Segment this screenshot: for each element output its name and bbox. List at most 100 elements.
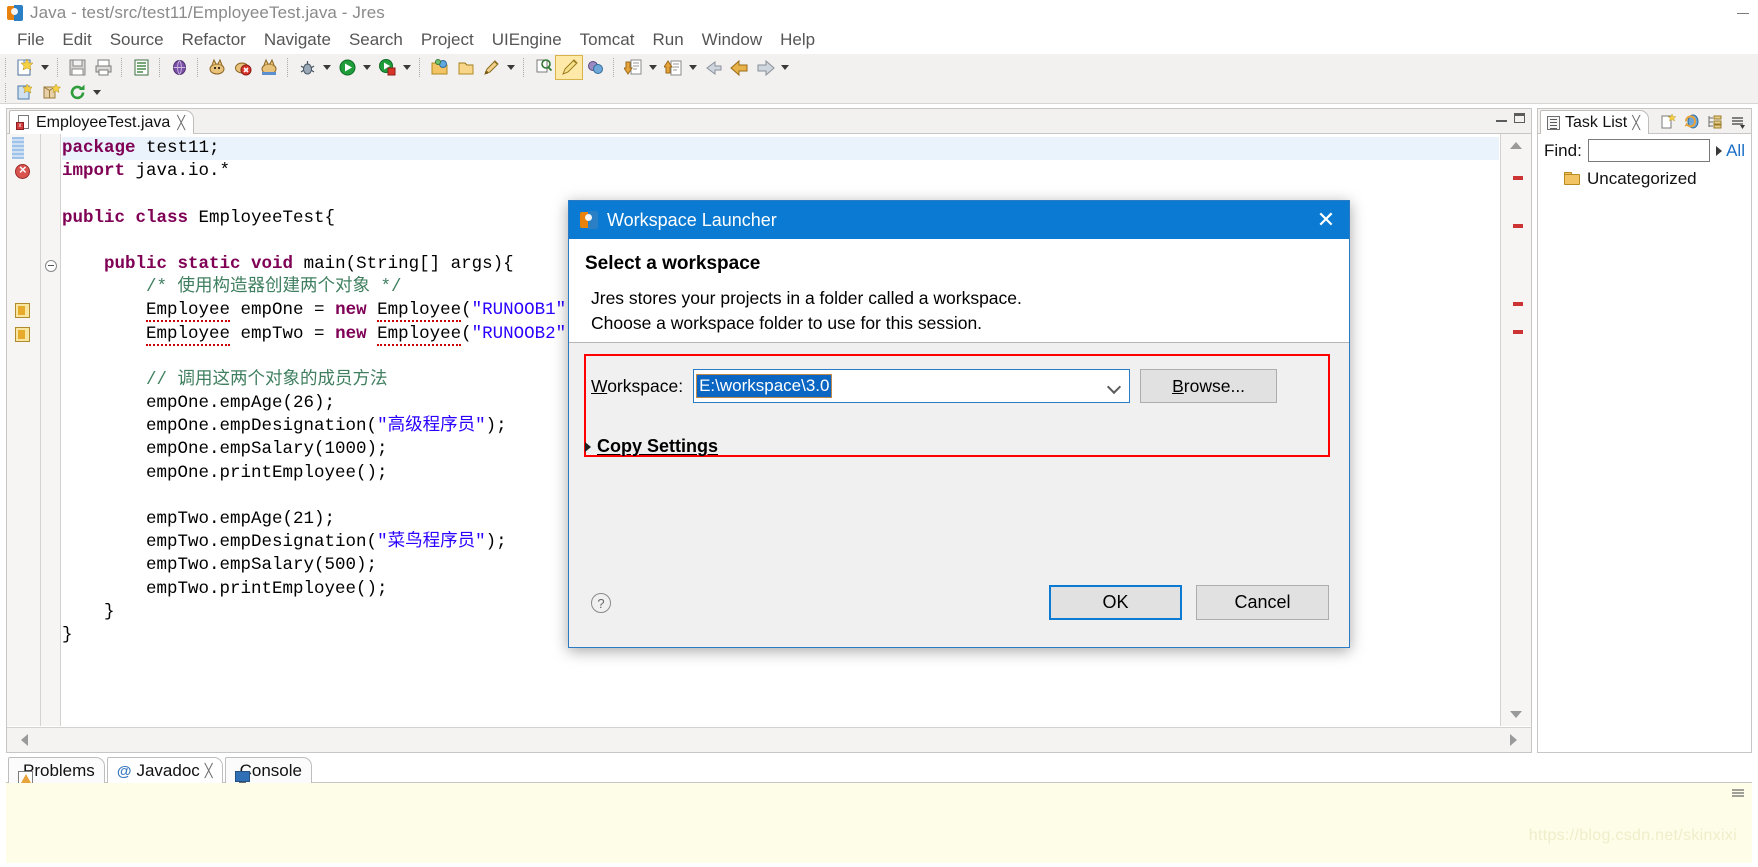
overview-marker[interactable] bbox=[1513, 176, 1523, 180]
tab-problems[interactable]: Problems bbox=[8, 757, 105, 786]
edit-highlight-icon[interactable] bbox=[555, 55, 583, 80]
minimize-button[interactable] bbox=[1728, 0, 1758, 26]
warning-marker-icon[interactable] bbox=[15, 326, 30, 342]
debug-dropdown-arrow[interactable] bbox=[320, 56, 334, 79]
new-task-icon[interactable] bbox=[1659, 112, 1678, 131]
minimize-icon[interactable] bbox=[1496, 114, 1507, 123]
scroll-down-icon[interactable] bbox=[1510, 711, 1522, 718]
maximize-icon[interactable] bbox=[1514, 113, 1525, 123]
menu-item-help[interactable]: Help bbox=[771, 28, 824, 52]
scroll-left-icon[interactable] bbox=[21, 734, 28, 746]
code-token: empOne.empDesignation( bbox=[146, 416, 378, 437]
menu-item-file[interactable]: File bbox=[8, 28, 53, 52]
overview-marker[interactable] bbox=[1513, 224, 1523, 228]
task-filter-all[interactable]: All bbox=[1716, 141, 1745, 161]
overview-marker[interactable] bbox=[1513, 302, 1523, 306]
synchronize-icon[interactable] bbox=[1682, 112, 1701, 131]
ok-button[interactable]: OK bbox=[1049, 585, 1182, 620]
javadoc-view-body[interactable]: https://blog.csdn.net/skinxixi bbox=[6, 783, 1752, 863]
tab-javadoc[interactable]: @ Javadoc ╳ bbox=[106, 757, 223, 783]
tomcat-stop-icon[interactable] bbox=[230, 56, 256, 79]
globe-icon[interactable] bbox=[166, 56, 192, 79]
error-marker-icon[interactable] bbox=[15, 162, 30, 180]
new-java-package-icon[interactable] bbox=[426, 56, 452, 79]
code-line[interactable]: package test11; bbox=[62, 137, 1499, 161]
debug-icon[interactable] bbox=[294, 56, 320, 79]
new-java-class-icon[interactable] bbox=[452, 56, 478, 79]
code-token: main(String[] args){ bbox=[303, 253, 514, 274]
new-wizard-icon[interactable] bbox=[12, 56, 38, 79]
close-icon[interactable]: ╳ bbox=[177, 115, 185, 131]
view-menu-icon[interactable] bbox=[1731, 786, 1746, 805]
print-icon[interactable] bbox=[90, 56, 116, 79]
new-wizard-dropdown-arrow[interactable] bbox=[38, 56, 52, 79]
menu-item-tomcat[interactable]: Tomcat bbox=[571, 28, 644, 52]
menu-item-navigate[interactable]: Navigate bbox=[255, 28, 340, 52]
tomcat-start-icon[interactable] bbox=[204, 56, 230, 79]
tomcat-restart-icon[interactable] bbox=[256, 56, 282, 79]
menu-item-source[interactable]: Source bbox=[101, 28, 173, 52]
new-jsp-icon[interactable] bbox=[12, 81, 38, 104]
search-pencil-icon[interactable] bbox=[478, 56, 504, 79]
code-token: public static void bbox=[104, 253, 304, 274]
overview-marker[interactable] bbox=[1513, 330, 1523, 334]
view-menu-icon[interactable] bbox=[1728, 112, 1747, 131]
annotations-icon[interactable] bbox=[582, 56, 608, 79]
tab-task-list[interactable]: Task List ╳ bbox=[1540, 110, 1650, 134]
menu-item-uiengine[interactable]: UIEngine bbox=[483, 28, 571, 52]
chevron-down-icon[interactable] bbox=[1108, 381, 1119, 392]
menu-item-edit[interactable]: Edit bbox=[53, 28, 100, 52]
editor-tab-employeetest[interactable]: x EmployeeTest.java ╳ bbox=[9, 110, 195, 134]
menu-item-project[interactable]: Project bbox=[412, 28, 483, 52]
next-annotation-dropdown-arrow[interactable] bbox=[646, 56, 660, 79]
close-icon[interactable]: ╳ bbox=[205, 763, 213, 779]
next-annotation-icon[interactable] bbox=[620, 56, 646, 79]
editor-horizontal-scrollbar[interactable] bbox=[7, 727, 1531, 752]
open-task-icon[interactable] bbox=[128, 56, 154, 79]
copy-settings-expander[interactable]: Copy Settings bbox=[585, 436, 718, 457]
back-icon[interactable] bbox=[726, 56, 752, 79]
categorize-icon[interactable] bbox=[1705, 112, 1724, 131]
code-token: "RUNOOB2" bbox=[471, 323, 567, 344]
run-dropdown-arrow[interactable] bbox=[360, 56, 374, 79]
menu-item-run[interactable]: Run bbox=[643, 28, 692, 52]
code-line[interactable]: import java.io.* bbox=[62, 160, 1499, 183]
last-edit-location-icon[interactable] bbox=[700, 56, 726, 79]
warning-marker-icon[interactable] bbox=[15, 303, 30, 319]
open-type-icon[interactable] bbox=[530, 56, 556, 79]
browse-button[interactable]: Browse... bbox=[1140, 369, 1278, 403]
previous-annotation-dropdown-arrow[interactable] bbox=[686, 56, 700, 79]
scroll-right-icon[interactable] bbox=[1510, 734, 1517, 746]
cancel-button[interactable]: Cancel bbox=[1196, 585, 1329, 620]
menu-item-search[interactable]: Search bbox=[340, 28, 412, 52]
forward-icon[interactable] bbox=[752, 56, 778, 79]
tab-console[interactable]: Console bbox=[224, 757, 312, 785]
workspace-input-value[interactable]: E:\workspace\3.0 bbox=[696, 374, 833, 398]
editor-vertical-scrollbar[interactable] bbox=[1500, 134, 1531, 726]
refresh-icon[interactable] bbox=[64, 81, 90, 104]
save-icon[interactable] bbox=[64, 56, 90, 79]
close-icon[interactable]: ╳ bbox=[1632, 115, 1640, 131]
scroll-up-icon[interactable] bbox=[1510, 142, 1522, 149]
list-item[interactable]: Uncategorized bbox=[1538, 167, 1751, 191]
new-package-icon[interactable] bbox=[38, 81, 64, 104]
search-dropdown-arrow[interactable] bbox=[504, 56, 518, 79]
run-external-tools-icon[interactable] bbox=[374, 56, 400, 79]
previous-annotation-icon[interactable] bbox=[660, 56, 686, 79]
forward-dropdown-arrow[interactable] bbox=[778, 56, 792, 79]
workspace-combobox[interactable]: E:\workspace\3.0 bbox=[693, 369, 1131, 403]
close-icon[interactable]: ✕ bbox=[1303, 201, 1349, 239]
editor-folding-ruler[interactable] bbox=[41, 134, 61, 726]
external-tools-dropdown-arrow[interactable] bbox=[400, 56, 414, 79]
fold-collapse-icon[interactable] bbox=[45, 260, 57, 272]
window-title: Java - test/src/test11/EmployeeTest.java… bbox=[30, 3, 385, 22]
search-input[interactable] bbox=[1587, 139, 1711, 162]
editor-marker-ruler[interactable] bbox=[7, 134, 41, 726]
menu-item-window[interactable]: Window bbox=[693, 28, 771, 52]
refresh-dropdown-arrow[interactable] bbox=[90, 81, 104, 104]
window-titlebar: Java - test/src/test11/EmployeeTest.java… bbox=[0, 0, 1758, 26]
menu-item-refactor[interactable]: Refactor bbox=[173, 28, 255, 52]
task-list-tree[interactable]: Uncategorized bbox=[1538, 167, 1751, 752]
help-icon[interactable]: ? bbox=[591, 593, 611, 613]
run-icon[interactable] bbox=[334, 56, 360, 79]
